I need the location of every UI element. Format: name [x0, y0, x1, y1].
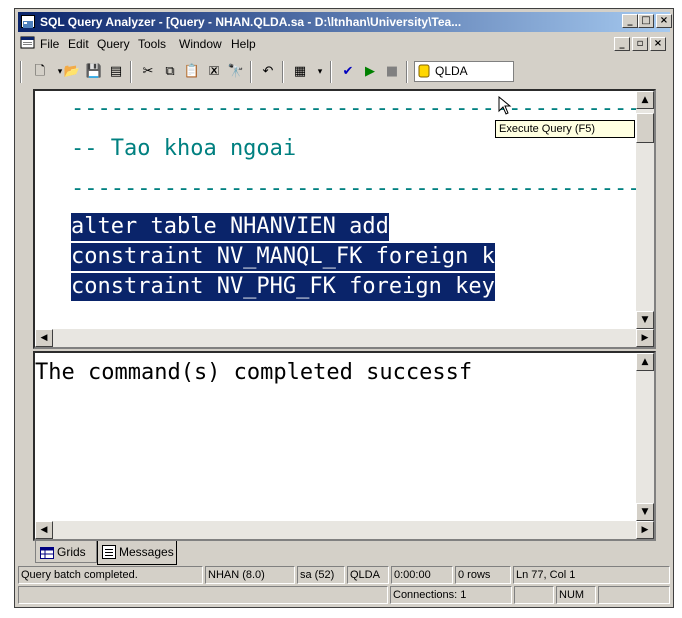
maximize-button[interactable]: □: [638, 14, 654, 28]
scroll-up-icon[interactable]: ▲: [636, 91, 654, 109]
status-time: 0:00:00: [391, 566, 453, 584]
editor-line: ----------------------------------------…: [71, 176, 654, 201]
toolbar-separator: [130, 61, 132, 83]
editor-horizontal-scrollbar[interactable]: ◀ ▶: [35, 329, 654, 347]
tab-messages-label: Messages: [119, 545, 174, 559]
tab-grids-label: Grids: [57, 545, 86, 559]
execute-query-tooltip: Execute Query (F5): [495, 120, 635, 138]
cut-icon[interactable]: ✂: [138, 63, 158, 81]
editor-line-selected: constraint NV_MANQL_FK foreign k: [71, 243, 495, 271]
close-button[interactable]: ×: [656, 14, 672, 28]
editor-line-selected: alter table NHANVIEN add: [71, 213, 389, 241]
scroll-down-icon[interactable]: ▼: [636, 311, 654, 329]
editor-line: -- Tao khoa ngoai: [71, 136, 297, 161]
copy-icon[interactable]: ⧉: [160, 63, 180, 81]
status-database: QLDA: [347, 566, 389, 584]
status-scroll: [598, 586, 670, 604]
status-bar: Query batch completed. NHAN (8.0) sa (52…: [18, 566, 670, 606]
scroll-up-icon[interactable]: ▲: [636, 353, 654, 371]
status-rows: 0 rows: [455, 566, 511, 584]
undo-icon[interactable]: ↶: [258, 63, 278, 81]
find-icon[interactable]: 🔭: [226, 63, 246, 81]
app-icon: [21, 15, 35, 28]
scroll-down-icon[interactable]: ▼: [636, 503, 654, 521]
tab-messages[interactable]: Messages: [97, 541, 177, 565]
insert-template-icon[interactable]: ▤: [106, 63, 126, 81]
scroll-right-icon[interactable]: ▶: [636, 329, 654, 347]
menu-tools[interactable]: Tools: [138, 37, 166, 51]
scroll-thumb[interactable]: [636, 113, 654, 143]
result-message: The command(s) completed successf: [35, 360, 473, 385]
results-tabs: Grids Messages: [35, 541, 675, 565]
document-icon: [20, 36, 36, 50]
menu-window[interactable]: Window: [179, 37, 222, 51]
status-num: NUM: [556, 586, 596, 604]
query-analyzer-window: SQL Query Analyzer - [Query - NHAN.QLDA.…: [14, 8, 674, 608]
database-name: QLDA: [435, 64, 468, 78]
mouse-cursor-icon: [498, 95, 514, 116]
toolbar-separator: [282, 61, 284, 83]
editor-vertical-scrollbar[interactable]: ▲ ▼: [636, 91, 654, 329]
toolbar-grip: [20, 61, 22, 83]
editor-line-selected: constraint NV_PHG_FK foreign key: [71, 273, 495, 301]
toolbar-separator: [250, 61, 252, 83]
tab-grids[interactable]: Grids: [35, 541, 97, 563]
toolbar: 🗋 ▾ 📂 💾 ▤ ✂ ⧉ 📋 🗷 🔭 ↶ ▦ ▾ ✔ ▶ ■ QLDA: [18, 57, 670, 87]
status-user: sa (52): [297, 566, 345, 584]
toolbar-separator: [406, 61, 408, 83]
window-title: SQL Query Analyzer - [Query - NHAN.QLDA.…: [40, 15, 462, 29]
database-icon: [418, 64, 430, 78]
mdi-restore-button[interactable]: ▫: [632, 37, 648, 51]
execute-query-icon[interactable]: ▶: [360, 63, 380, 81]
save-icon[interactable]: 💾: [84, 63, 104, 81]
menu-query[interactable]: Query: [97, 37, 130, 51]
menu-edit[interactable]: Edit: [68, 37, 89, 51]
menu-help[interactable]: Help: [231, 37, 256, 51]
paste-icon[interactable]: 📋: [182, 63, 202, 81]
minimize-button[interactable]: _: [622, 14, 638, 28]
status-connections: Connections: 1: [390, 586, 512, 604]
menu-file[interactable]: File: [40, 37, 59, 51]
status-message: Query batch completed.: [18, 566, 203, 584]
grid-icon: [40, 545, 54, 559]
title-bar[interactable]: SQL Query Analyzer - [Query - NHAN.QLDA.…: [18, 12, 672, 32]
scroll-left-icon[interactable]: ◀: [35, 329, 53, 347]
menu-bar: File Edit Query Tools Window Help _ ▫ ×: [18, 34, 670, 54]
status-server: NHAN (8.0): [205, 566, 295, 584]
results-vertical-scrollbar[interactable]: ▲ ▼: [636, 353, 654, 521]
database-select[interactable]: QLDA: [414, 61, 514, 82]
cancel-query-icon[interactable]: ■: [382, 63, 402, 81]
status-caps: [514, 586, 554, 604]
open-icon[interactable]: 📂: [62, 63, 82, 81]
results-mode-icon[interactable]: ▦: [290, 63, 310, 81]
new-query-icon[interactable]: 🗋: [30, 63, 50, 81]
mdi-minimize-button[interactable]: _: [614, 37, 630, 51]
results-pane[interactable]: The command(s) completed successf ▲ ▼ ◀ …: [33, 351, 656, 541]
editor-line: ----------------------------------------…: [71, 96, 654, 121]
clear-window-icon[interactable]: 🗷: [204, 63, 224, 81]
status-position: Ln 77, Col 1: [513, 566, 670, 584]
scroll-right-icon[interactable]: ▶: [636, 521, 654, 539]
scroll-left-icon[interactable]: ◀: [35, 521, 53, 539]
chevron-down-icon[interactable]: ▾: [310, 63, 330, 81]
results-horizontal-scrollbar[interactable]: ◀ ▶: [35, 521, 654, 539]
mdi-close-button[interactable]: ×: [650, 37, 666, 51]
status-empty: [18, 586, 388, 604]
toolbar-separator: [330, 61, 332, 83]
messages-icon: [102, 545, 116, 559]
parse-query-icon[interactable]: ✔: [338, 63, 358, 81]
